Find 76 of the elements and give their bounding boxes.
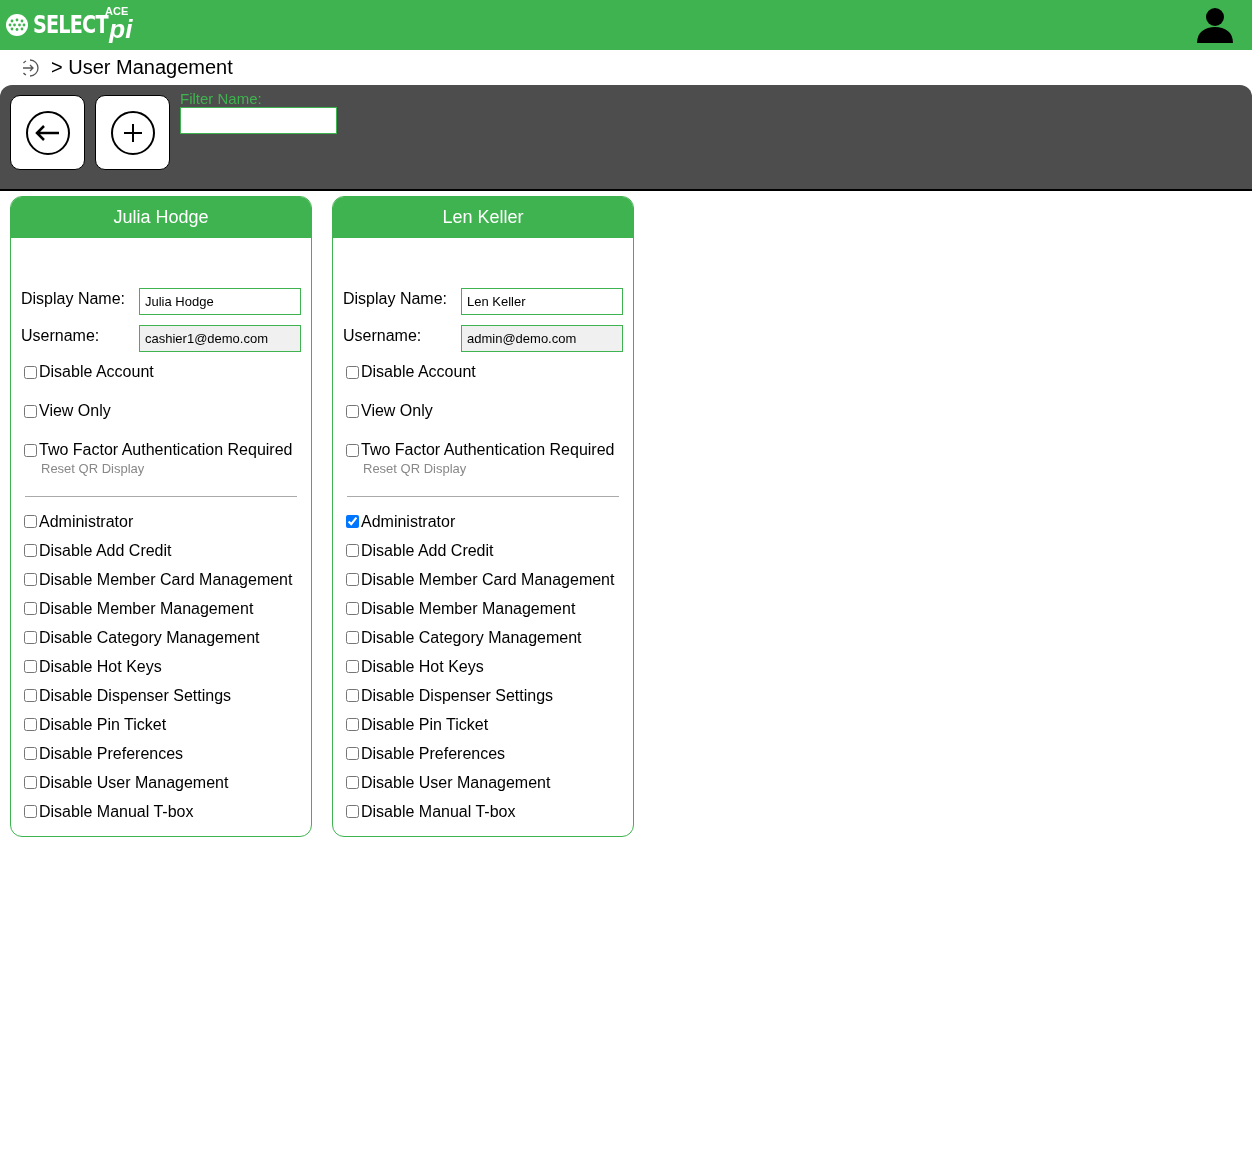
checkbox[interactable] xyxy=(24,365,37,379)
sign-in-icon[interactable] xyxy=(20,57,40,78)
checkbox-label: Disable Member Management xyxy=(39,599,254,618)
breadcrumb-text: > User Management xyxy=(51,56,233,79)
checkbox[interactable] xyxy=(346,365,359,379)
checkbox[interactable] xyxy=(24,404,37,418)
golf-ball-icon xyxy=(5,13,29,37)
checkbox[interactable] xyxy=(24,805,37,818)
checkbox-label: Disable Manual T-box xyxy=(361,802,516,821)
checkbox-label: Disable Member Management xyxy=(361,599,576,618)
checkbox-label: Disable Pin Ticket xyxy=(361,715,489,734)
checkbox[interactable] xyxy=(346,776,359,789)
field-label: Display Name: xyxy=(343,289,448,308)
checkbox-label: Disable Hot Keys xyxy=(39,657,162,676)
checkbox-label: Disable Pin Ticket xyxy=(39,715,167,734)
checkbox[interactable] xyxy=(346,631,359,644)
checkbox-label: Two Factor Authentication Required xyxy=(361,441,615,459)
field-label: Username: xyxy=(343,326,422,345)
checkbox[interactable] xyxy=(346,689,359,702)
checkbox-label: View Only xyxy=(361,402,433,420)
checkbox-label: Disable Preferences xyxy=(39,744,184,763)
text-field[interactable]: Len Keller xyxy=(461,288,623,315)
checkbox[interactable] xyxy=(24,689,37,702)
reset-link[interactable]: Reset QR Display xyxy=(41,461,145,476)
reset-link[interactable]: Reset QR Display xyxy=(363,461,467,476)
checkbox-label: Administrator xyxy=(361,512,456,531)
checkbox-label: Disable Preferences xyxy=(361,744,506,763)
checkbox-label: Disable Member Card Management xyxy=(361,570,615,589)
checkbox[interactable] xyxy=(346,660,359,673)
checkbox-label: Disable Category Management xyxy=(361,628,582,647)
checkbox-label: Disable Dispenser Settings xyxy=(361,686,554,705)
add-button[interactable] xyxy=(95,95,170,170)
checkbox[interactable] xyxy=(24,776,37,789)
checkbox-label: Disable Account xyxy=(39,363,154,381)
checkbox-label: Disable Add Credit xyxy=(361,541,494,560)
plus-icon xyxy=(109,109,156,156)
text-field[interactable]: Julia Hodge xyxy=(139,288,301,315)
checkbox-label: Disable Member Card Management xyxy=(39,570,293,589)
logo-suffix: pi xyxy=(109,14,133,45)
checkbox[interactable] xyxy=(24,602,37,615)
checkbox-label: View Only xyxy=(39,402,111,420)
checkbox[interactable] xyxy=(346,544,359,557)
checkbox[interactable] xyxy=(24,443,37,457)
checkbox-label: Disable Dispenser Settings xyxy=(39,686,232,705)
checkbox[interactable] xyxy=(24,660,37,673)
field-label: Username: xyxy=(21,326,100,345)
checkbox-label: Disable Add Credit xyxy=(39,541,172,560)
card-title: Len Keller xyxy=(333,197,633,238)
checkbox-label: Disable Manual T-box xyxy=(39,802,194,821)
checkbox[interactable] xyxy=(24,573,37,586)
checkbox[interactable] xyxy=(346,404,359,418)
checkbox[interactable] xyxy=(346,718,359,731)
checkbox[interactable] xyxy=(346,573,359,586)
checkbox-label: Disable Account xyxy=(361,363,476,381)
card-title: Julia Hodge xyxy=(11,197,311,238)
back-button[interactable] xyxy=(10,95,85,170)
checkbox-label: Disable Category Management xyxy=(39,628,260,647)
checkbox-label: Disable Hot Keys xyxy=(361,657,484,676)
user-icon[interactable] xyxy=(1196,6,1234,44)
checkbox[interactable] xyxy=(24,718,37,731)
checkbox[interactable] xyxy=(346,602,359,615)
checkbox-label: Two Factor Authentication Required xyxy=(39,441,293,459)
checkbox[interactable] xyxy=(24,515,37,528)
filter-label: Filter Name: xyxy=(180,90,263,107)
checkbox-label: Disable User Management xyxy=(361,773,551,792)
checkbox[interactable] xyxy=(24,631,37,644)
checkbox-label: Administrator xyxy=(39,512,134,531)
checkbox[interactable] xyxy=(346,515,359,528)
filter-field[interactable] xyxy=(180,107,337,134)
checkbox[interactable] xyxy=(346,443,359,457)
checkbox-label: Disable User Management xyxy=(39,773,229,792)
checkbox[interactable] xyxy=(24,544,37,557)
checkbox[interactable] xyxy=(24,747,37,760)
checkbox[interactable] xyxy=(346,747,359,760)
field-label: Display Name: xyxy=(21,289,126,308)
checkbox[interactable] xyxy=(346,805,359,818)
